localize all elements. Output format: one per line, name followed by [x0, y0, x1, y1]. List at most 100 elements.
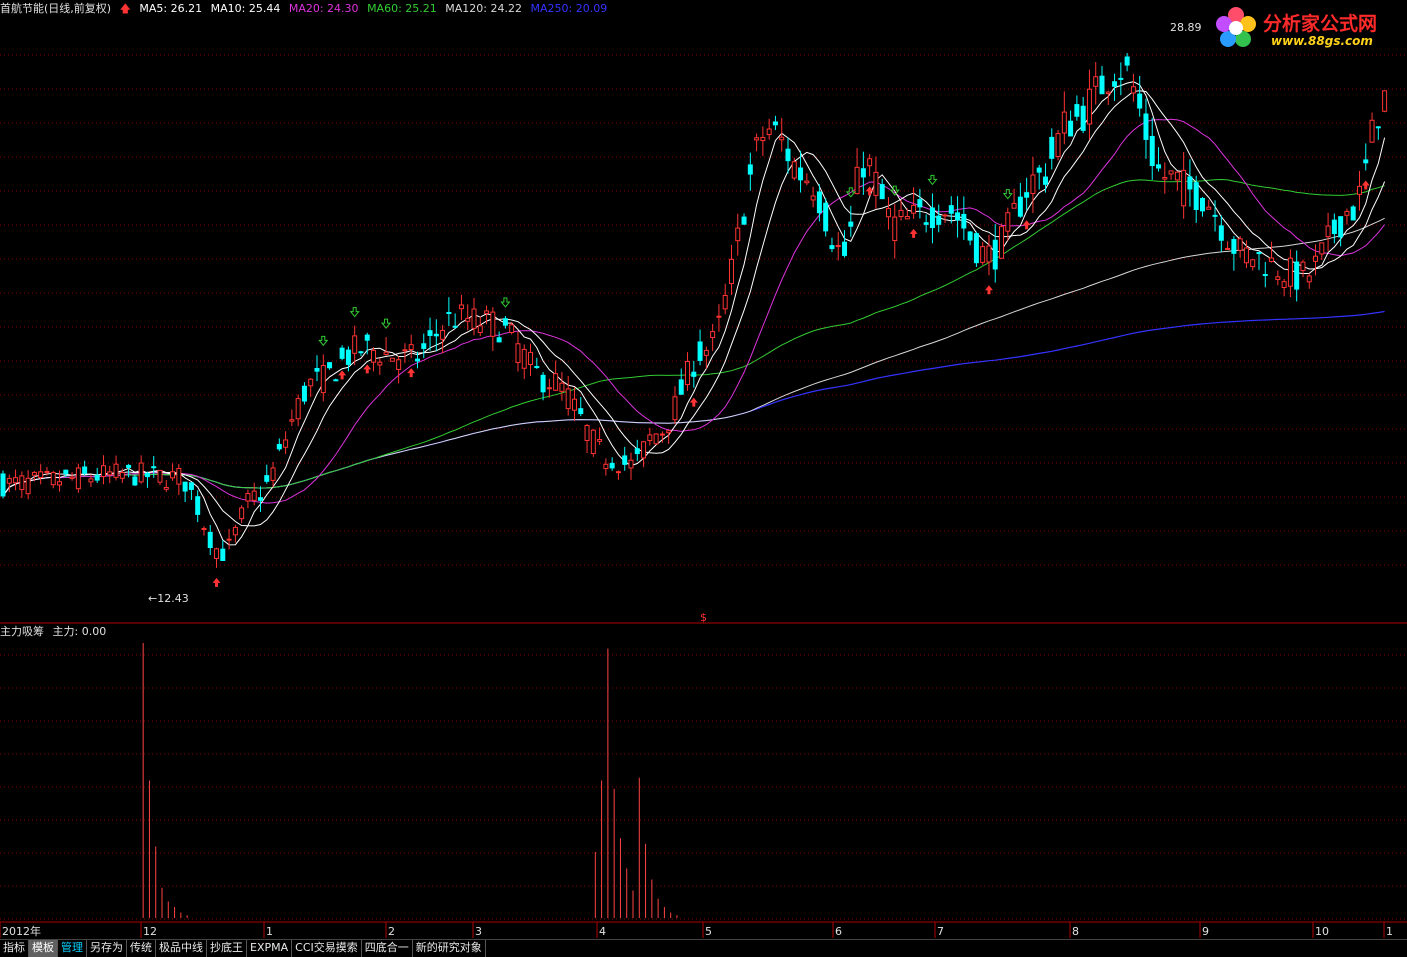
- candle-body: [201, 527, 207, 530]
- dollar-marker: $: [700, 611, 707, 624]
- candle-body: [276, 443, 282, 450]
- candle-body: [1369, 119, 1375, 143]
- tab-traditional[interactable]: 传统: [127, 940, 156, 957]
- candle-body: [980, 246, 986, 263]
- candle-body: [1382, 90, 1388, 112]
- tab-manage[interactable]: 管理: [58, 940, 87, 957]
- candle-body: [1313, 255, 1319, 262]
- candle-body: [1074, 104, 1080, 117]
- candle-body: [1243, 247, 1249, 264]
- candle-body: [584, 425, 590, 441]
- candle-body: [308, 378, 314, 387]
- candle-body: [151, 466, 157, 469]
- candle-body: [63, 469, 69, 475]
- flower-logo-icon: [1216, 7, 1256, 47]
- candle-body: [835, 245, 841, 248]
- candle-body: [710, 331, 716, 339]
- candle-body: [314, 367, 320, 372]
- candle-body: [50, 472, 56, 486]
- candle-body: [967, 231, 973, 241]
- ma10-label: MA10: 25.44: [210, 2, 281, 15]
- candle-body: [929, 207, 935, 229]
- candle-body: [904, 216, 910, 220]
- bottom-toolbar: 指标 模板 管理 另存为 传统 极品中线 抄底王 EXPMA CCI交易摸索 四…: [0, 939, 1407, 957]
- logo-text: 分析家公式网: [1263, 13, 1378, 35]
- tab-indicator[interactable]: 指标: [0, 940, 29, 957]
- candle-body: [810, 195, 816, 201]
- candle-body: [402, 349, 408, 352]
- tab-premium-midline[interactable]: 极品中线: [156, 940, 207, 957]
- main-force-bars: [142, 643, 678, 918]
- ma120-line: [2, 217, 1385, 497]
- candle-body: [1319, 242, 1325, 255]
- candle-body: [44, 470, 50, 473]
- ma60-line: [2, 178, 1385, 497]
- candle-body: [1306, 275, 1312, 283]
- candle-body: [1218, 225, 1224, 241]
- candle-body: [860, 168, 866, 178]
- candle-body: [446, 311, 452, 314]
- candle-body: [6, 477, 12, 484]
- sell-arrow-icon: [318, 335, 329, 347]
- high-price-label: 28.89: [1170, 21, 1202, 34]
- tab-new-research[interactable]: 新的研究对象: [413, 940, 486, 957]
- candle-body: [214, 548, 220, 559]
- stock-title: 首航节能(日线,前复权): [0, 2, 112, 15]
- candle-body: [31, 471, 37, 476]
- tab-save-as[interactable]: 另存为: [87, 940, 127, 957]
- candle-body: [320, 364, 326, 394]
- candle-body: [1212, 214, 1218, 217]
- tab-expma[interactable]: EXPMA: [247, 940, 293, 957]
- candle-body: [948, 205, 954, 214]
- tab-template[interactable]: 模板: [29, 940, 58, 957]
- candle-body: [220, 548, 226, 561]
- sub-panel-value: 主力: 0.00: [52, 625, 107, 638]
- tab-bottom-king[interactable]: 抄底王: [207, 940, 247, 957]
- moving-average-lines: [2, 81, 1386, 546]
- candle-body: [490, 311, 496, 337]
- candle-body: [471, 308, 477, 329]
- tab-cci[interactable]: CCI交易摸索: [292, 940, 362, 957]
- candle-body: [502, 318, 508, 326]
- candle-body: [1124, 56, 1130, 66]
- candle-body: [986, 245, 992, 263]
- candle-body: [1168, 170, 1174, 175]
- tab-four-bottoms[interactable]: 四底合一: [362, 940, 413, 957]
- candle-body: [829, 245, 835, 250]
- candle-body: [408, 344, 414, 351]
- candle-body: [992, 239, 998, 270]
- candle-body: [1338, 216, 1344, 238]
- candle-body: [597, 439, 603, 442]
- candle-body: [333, 379, 339, 382]
- candle-body: [484, 310, 490, 314]
- candle-body: [603, 463, 609, 470]
- candle-body: [364, 334, 370, 341]
- candle-body: [559, 382, 565, 392]
- stock-chart[interactable]: 2012年 12 1 2 3 4 5 6 7 8 9 10 1 28.89 ←12.43 $: [0, 0, 1407, 956]
- candle-body: [239, 507, 245, 520]
- candle-body: [496, 337, 502, 343]
- candle-body: [113, 463, 119, 478]
- x-label: 2012年: [2, 924, 41, 938]
- candle-body: [270, 467, 276, 481]
- candle-body: [1363, 159, 1369, 164]
- buy-arrow-icon: [338, 370, 347, 380]
- candle-body: [339, 347, 345, 359]
- candle-body: [1036, 167, 1042, 173]
- candle-body: [973, 233, 979, 264]
- candle-body: [741, 216, 747, 225]
- candle-body: [427, 330, 433, 336]
- candle-body: [465, 317, 471, 322]
- candle-body: [226, 538, 232, 541]
- candle-body: [94, 474, 100, 481]
- candle-body: [1118, 77, 1124, 80]
- candle-body: [546, 387, 552, 390]
- candle-body: [245, 493, 251, 502]
- candle-body: [396, 359, 402, 370]
- candle-body: [358, 351, 364, 354]
- candle-body: [1300, 261, 1306, 272]
- buy-arrow-icon: [212, 577, 221, 587]
- buy-arrow-icon: [363, 364, 372, 374]
- candle-body: [842, 241, 848, 256]
- candle-body: [609, 462, 615, 469]
